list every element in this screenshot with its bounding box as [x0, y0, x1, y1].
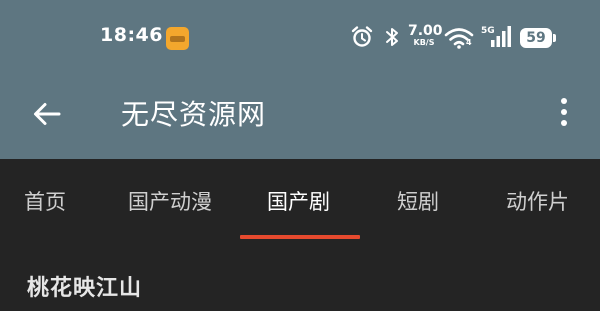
- wifi-badge: 4: [466, 38, 472, 47]
- network-speed: 7.00 KB/S: [408, 23, 443, 47]
- battery-level: 59: [526, 30, 546, 46]
- battery-nub: [553, 34, 556, 42]
- back-arrow-icon: [34, 103, 61, 125]
- signal-icon: [491, 26, 511, 47]
- tab-chinese-drama[interactable]: 国产剧: [267, 186, 330, 216]
- video-item-title[interactable]: 桃花映江山: [27, 270, 142, 302]
- more-options-button[interactable]: [552, 95, 576, 131]
- status-time: 18:46: [100, 24, 163, 46]
- tab-action-movie[interactable]: 动作片: [506, 186, 569, 216]
- app-bar: 18:46 7.00 KB/S 4 5G 59 无尽资源网: [0, 0, 600, 159]
- tab-home[interactable]: 首页: [24, 186, 66, 216]
- page-title: 无尽资源网: [121, 98, 267, 131]
- network-speed-unit: KB/S: [413, 38, 435, 47]
- app-notification-icon: [166, 27, 189, 50]
- alarm-icon: [351, 26, 373, 47]
- more-vert-icon: [561, 98, 567, 126]
- active-tab-indicator: [240, 235, 360, 239]
- tab-chinese-anime[interactable]: 国产动漫: [128, 186, 212, 216]
- back-button[interactable]: [28, 95, 66, 133]
- tab-short-drama[interactable]: 短剧: [397, 186, 439, 216]
- bluetooth-icon: [386, 28, 398, 46]
- network-speed-value: 7.00: [408, 23, 443, 39]
